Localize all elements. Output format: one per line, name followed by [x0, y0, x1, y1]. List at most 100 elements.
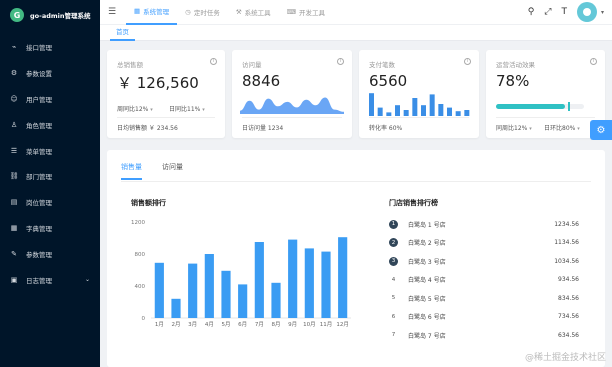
system-icon: ▦: [134, 7, 141, 15]
week-stat: 周同比12% ▾: [117, 104, 153, 113]
sidebar-item-label: 岗位管理: [26, 199, 52, 208]
ranking-title: 门店销售排行榜: [389, 199, 438, 207]
user-icon: ☺: [10, 94, 18, 103]
payments-bar: [395, 105, 400, 116]
caret-down-icon[interactable]: ▾: [601, 9, 604, 16]
panel-tabs: 销售量 访问量: [121, 162, 183, 180]
store-name: 白鹭岛 2 号店: [408, 240, 446, 247]
card-title: 支付笔数: [369, 61, 395, 69]
tab-sales[interactable]: 销售量: [121, 162, 142, 180]
sidebar-item-menus[interactable]: ☰ 菜单管理: [0, 138, 100, 164]
payments-bar: [455, 111, 461, 116]
payments-bar-chart: [369, 93, 470, 116]
divider: [369, 117, 469, 118]
ranking-row: 5 白鹭岛 5 号店 834.56: [389, 292, 579, 304]
x-tick-label: 1月: [155, 321, 164, 328]
payments-bar: [447, 107, 452, 116]
log-icon: ▣: [10, 275, 18, 284]
card-value: ￥ 126,560: [117, 74, 199, 92]
sidebar-item-label: 菜单管理: [26, 147, 52, 156]
sidebar-item-label: 用户管理: [26, 95, 52, 104]
payments-bar: [412, 98, 418, 116]
fullscreen-icon[interactable]: ⤢: [544, 7, 551, 17]
store-name: 白鹭岛 5 号店: [408, 295, 446, 303]
sidebar-item-departments[interactable]: ⛓ 部门管理: [0, 163, 100, 189]
sidebar-item-roles[interactable]: ♙ 角色管理: [0, 112, 100, 138]
payments-bar: [429, 94, 435, 116]
hamburger-icon[interactable]: ☰: [108, 7, 116, 17]
tabs-divider: [121, 181, 591, 182]
divider: [117, 117, 215, 118]
tab-scheduled-tasks[interactable]: ◷ 定时任务: [177, 0, 228, 25]
avatar[interactable]: [576, 2, 597, 22]
info-icon[interactable]: i: [337, 58, 344, 65]
tag-home[interactable]: 首页: [110, 25, 135, 41]
sidebar-item-label: 日志管理: [26, 276, 52, 285]
sidebar-item-label: 字典管理: [26, 225, 52, 234]
sidebar-item-dictionary[interactable]: ▦ 字典管理: [0, 215, 100, 241]
divider: [242, 117, 342, 118]
tab-visits[interactable]: 访问量: [162, 162, 183, 180]
x-tick-label: 7月: [255, 321, 264, 328]
card-operations: 运营活动效果 i 78% 同周比12% ▾ 日环比80% ▾: [486, 50, 605, 138]
payments-bar: [386, 112, 392, 116]
payments-bar: [464, 110, 470, 116]
tab-dev-tools[interactable]: ⌨ 开发工具: [279, 0, 333, 25]
caret-down-icon: ▾: [529, 126, 532, 132]
x-tick-label: 2月: [172, 321, 181, 328]
progress-target-marker: [568, 102, 571, 111]
tab-label: 系统工具: [244, 9, 271, 17]
store-sales-value: 734.56: [558, 313, 579, 320]
sidebar: G go-admin管理系统 ⌁ 接口管理 ⚙ 参数设置 ☺ 用户管理 ♙ 角色管理 ☰…: [0, 0, 100, 367]
day-value: 80%: [562, 125, 576, 132]
caret-down-icon: ▾: [577, 126, 580, 132]
info-icon[interactable]: i: [210, 58, 217, 65]
theme-settings-button[interactable]: ⚙: [590, 120, 612, 140]
sidebar-item-api[interactable]: ⌁ 接口管理: [0, 34, 100, 60]
ranking-row: 2 白鹭岛 2 号店 1134.56: [389, 237, 579, 249]
sidebar-item-users[interactable]: ☺ 用户管理: [0, 86, 100, 112]
brand[interactable]: G go-admin管理系统: [0, 0, 100, 30]
card-visits: 访问量 i 8846 日访问量 1234: [232, 50, 352, 138]
info-icon[interactable]: i: [464, 58, 471, 65]
ranking-row: 1 白鹭岛 1 号店 1234.56: [389, 218, 579, 230]
x-tick-label: 8月: [272, 321, 281, 328]
ranking-row: 4 白鹭岛 4 号店 934.56: [389, 274, 579, 286]
ranking-row: 6 白鹭岛 6 号店 734.56: [389, 311, 579, 323]
font-size-icon[interactable]: T: [561, 7, 567, 17]
department-icon: ⛓: [9, 172, 19, 181]
card-footer: 转化率 60%: [369, 125, 403, 132]
logo-icon: G: [10, 8, 24, 22]
sidebar-item-label: 参数管理: [26, 251, 52, 260]
tab-label: 定时任务: [193, 9, 220, 17]
search-icon[interactable]: ⚲: [528, 7, 535, 17]
rank-number: 3: [389, 256, 398, 266]
sales-panel: 销售量 访问量 销售额排行 0 400 800 1200 1月 2月 3月 4月 5月 6月 7月 8…: [107, 150, 605, 367]
sidebar-item-logs[interactable]: ▣ 日志管理 ⌄: [0, 267, 100, 293]
payments-bar: [421, 105, 426, 116]
tab-label: 系统管理: [143, 8, 170, 16]
sidebar-item-posts[interactable]: ▤ 岗位管理: [0, 189, 100, 215]
y-tick-label: 400: [135, 284, 146, 290]
tab-system-management[interactable]: ▦ 系统管理: [126, 0, 178, 25]
progress-fill: [496, 104, 565, 109]
store-name: 白鹭岛 7 号店: [408, 332, 446, 340]
card-title: 总销售额: [117, 61, 143, 69]
sales-bar-chart: 0 400 800 1200 1月 2月 3月 4月 5月 6月 7月 8月 9月 10月 11月 12月: [131, 220, 351, 328]
sidebar-item-params[interactable]: ✎ 参数管理: [0, 241, 100, 267]
tab-system-tools[interactable]: ⚒ 系统工具: [228, 0, 279, 25]
sales-bar: [254, 242, 264, 318]
topbar-actions: ⚲ ⤢ T ▾: [528, 2, 604, 22]
sidebar-item-settings[interactable]: ⚙ 参数设置: [0, 60, 100, 86]
x-tick-label: 6月: [238, 321, 247, 328]
ranking-row: 7 白鹭岛 7 号店 634.56: [389, 329, 579, 341]
store-sales-value: 1134.56: [554, 239, 579, 246]
week-label: 周同比: [117, 106, 136, 113]
info-icon[interactable]: i: [590, 58, 597, 65]
caret-down-icon: ▾: [150, 107, 153, 113]
progress-bar: [496, 102, 584, 111]
divider: [496, 117, 595, 118]
card-title: 运营活动效果: [496, 61, 535, 69]
card-total-sales: 总销售额 i ￥ 126,560 周同比12% ▾ 日同比11% ▾ 日均销售额…: [107, 50, 225, 138]
week-stat: 同周比12% ▾: [496, 123, 532, 132]
